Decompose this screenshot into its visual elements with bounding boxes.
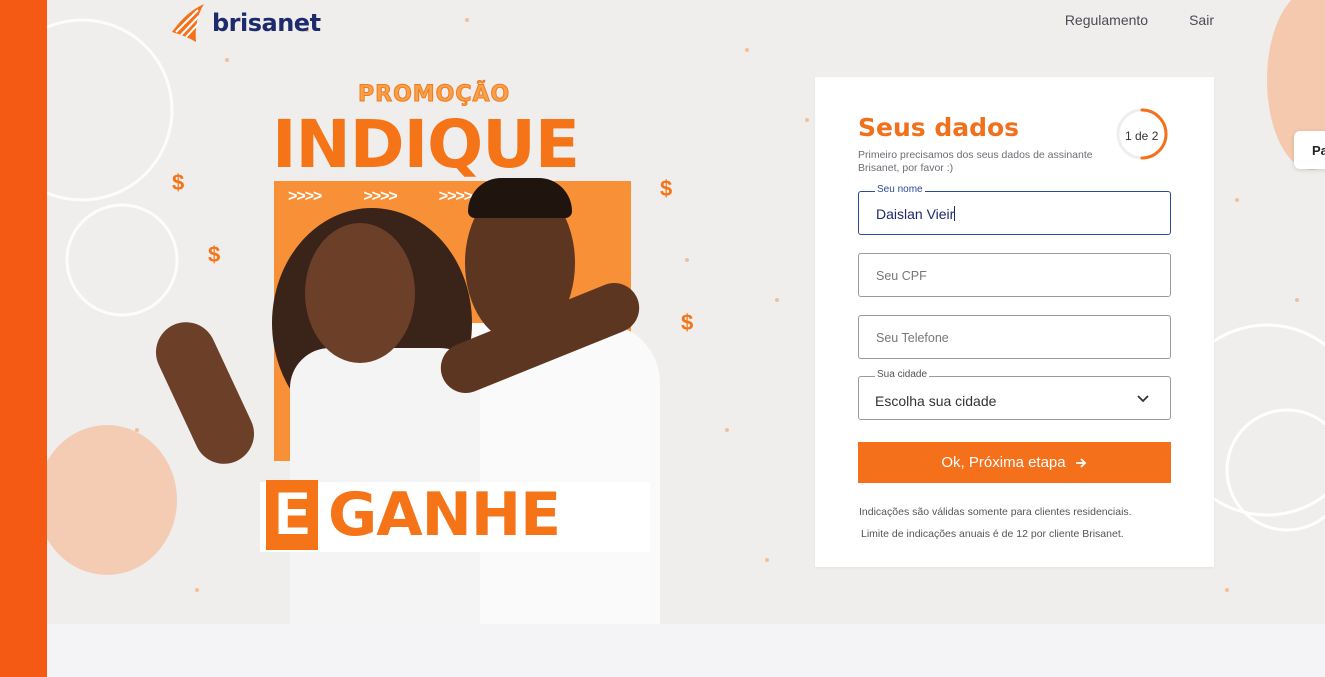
bottom-band [47, 624, 1325, 677]
form-subtitle: Primeiro precisamos dos seus dados de as… [858, 149, 1093, 174]
top-nav: Regulamento Sair [1065, 12, 1214, 28]
dollar-icon: $ [681, 310, 694, 335]
next-step-button[interactable]: Ok, Próxima etapa [858, 442, 1171, 483]
name-field[interactable]: Seu nome Daislan Vieir [858, 184, 1171, 235]
dollar-icon: $ [660, 176, 673, 201]
limit-note: Limite de indicações anuais é de 12 por … [861, 528, 1124, 540]
arrows-text: >>>> [288, 188, 322, 205]
man-hair [468, 178, 572, 218]
brand-name: brisanet [212, 9, 321, 37]
brand-logo[interactable]: brisanet [168, 2, 321, 44]
promo-label: PROMOÇÃO [357, 82, 511, 108]
nav-regulamento-link[interactable]: Regulamento [1065, 12, 1148, 28]
dollar-icon: $ [208, 242, 221, 267]
ganhe-e: E [266, 479, 318, 551]
brisanet-logo-icon [172, 4, 204, 42]
dollar-icon: $ [172, 170, 185, 195]
promo-hero: PROMOÇÃO INDIQUE >>>> >>>> >>>> >>>> isa… [146, 78, 710, 624]
chevron-down-icon [1137, 395, 1149, 403]
side-tab[interactable]: Pa [1294, 131, 1325, 169]
left-accent-bar [0, 0, 47, 677]
name-input[interactable]: Daislan Vieir [876, 206, 956, 222]
nav-sair-link[interactable]: Sair [1189, 12, 1214, 28]
name-field-label: Seu nome [875, 184, 925, 195]
hero-headline: INDIQUE [272, 106, 580, 183]
phone-field[interactable]: Seu Telefone [858, 315, 1171, 359]
cpf-placeholder: Seu CPF [876, 269, 927, 283]
text-caret [954, 206, 956, 221]
name-input-value: Daislan Vieir [876, 206, 955, 222]
form-title: Seus dados [858, 113, 1020, 142]
woman-face [305, 223, 415, 363]
woman-arm [146, 312, 264, 474]
residential-note: Indicações são válidas somente para clie… [859, 506, 1132, 518]
next-step-label: Ok, Próxima etapa [941, 454, 1066, 471]
signup-card: Seus dados Primeiro precisamos dos seus … [815, 77, 1214, 567]
arrows-text: >>>> [438, 188, 473, 205]
hero-ganhe: E GANHE [266, 479, 561, 551]
city-field-label: Sua cidade [875, 369, 930, 380]
step-indicator: 1 de 2 [1125, 129, 1159, 143]
cpf-field[interactable]: Seu CPF [858, 253, 1171, 297]
arrow-right-icon [1075, 457, 1086, 468]
ganhe-word: GANHE [328, 480, 561, 550]
phone-placeholder: Seu Telefone [876, 331, 949, 345]
city-select-value: Escolha sua cidade [875, 393, 997, 409]
city-select[interactable]: Sua cidade Escolha sua cidade [858, 369, 1171, 420]
arrows-text: >>>> [363, 188, 397, 205]
